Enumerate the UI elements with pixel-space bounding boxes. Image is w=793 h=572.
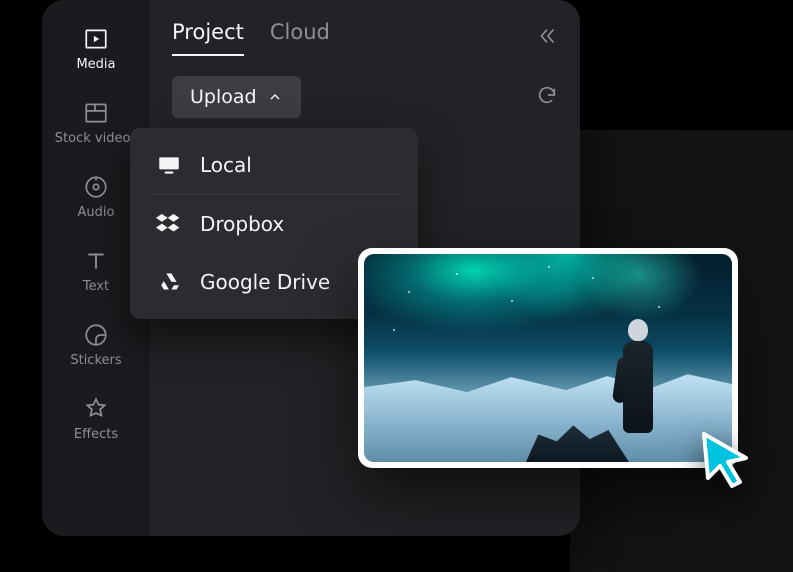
upload-button[interactable]: Upload <box>172 76 301 118</box>
upload-option-dropbox[interactable]: Dropbox <box>130 195 418 253</box>
stickers-icon <box>83 322 109 348</box>
monitor-icon <box>156 152 182 178</box>
upload-option-local[interactable]: Local <box>130 136 418 194</box>
media-preview-thumbnail[interactable] <box>358 248 738 468</box>
upload-option-label: Dropbox <box>200 212 284 236</box>
sidebar-item-label: Stock videos <box>55 132 137 145</box>
sidebar-item-label: Text <box>83 280 109 293</box>
thumbnail-person <box>609 273 669 433</box>
panel-header: Project Cloud <box>172 20 558 56</box>
dropbox-icon <box>156 211 182 237</box>
tab-project[interactable]: Project <box>172 20 244 56</box>
panel-toolbar: Upload <box>172 76 558 118</box>
media-icon <box>83 26 109 52</box>
tab-label: Cloud <box>270 20 330 44</box>
sidebar-item-stock-videos[interactable]: Stock videos <box>55 94 137 150</box>
thumbnail-image <box>364 254 732 462</box>
upload-button-label: Upload <box>190 86 257 108</box>
tab-cloud[interactable]: Cloud <box>270 20 330 56</box>
sidebar-item-label: Audio <box>78 206 115 219</box>
audio-icon <box>83 174 109 200</box>
effects-icon <box>83 396 109 422</box>
refresh-icon <box>536 84 558 106</box>
upload-option-label: Local <box>200 153 252 177</box>
refresh-button[interactable] <box>536 84 558 110</box>
sidebar-item-audio[interactable]: Audio <box>78 168 115 224</box>
tab-strip: Project Cloud <box>172 20 330 56</box>
cursor-pointer-icon <box>698 430 756 492</box>
sidebar-item-stickers[interactable]: Stickers <box>70 316 121 372</box>
double-chevron-left-icon <box>536 25 558 47</box>
sidebar-item-label: Media <box>76 58 115 71</box>
stock-videos-icon <box>83 100 109 126</box>
sidebar-item-text[interactable]: Text <box>83 242 109 298</box>
sidebar-item-media[interactable]: Media <box>76 20 115 76</box>
collapse-panel-button[interactable] <box>536 25 558 51</box>
upload-option-label: Google Drive <box>200 270 330 294</box>
google-drive-icon <box>156 269 182 295</box>
chevron-up-icon <box>267 89 283 105</box>
sidebar-item-label: Stickers <box>70 354 121 367</box>
text-icon <box>83 248 109 274</box>
tab-label: Project <box>172 20 244 44</box>
sidebar-item-effects[interactable]: Effects <box>74 390 118 446</box>
sidebar-item-label: Effects <box>74 428 118 441</box>
